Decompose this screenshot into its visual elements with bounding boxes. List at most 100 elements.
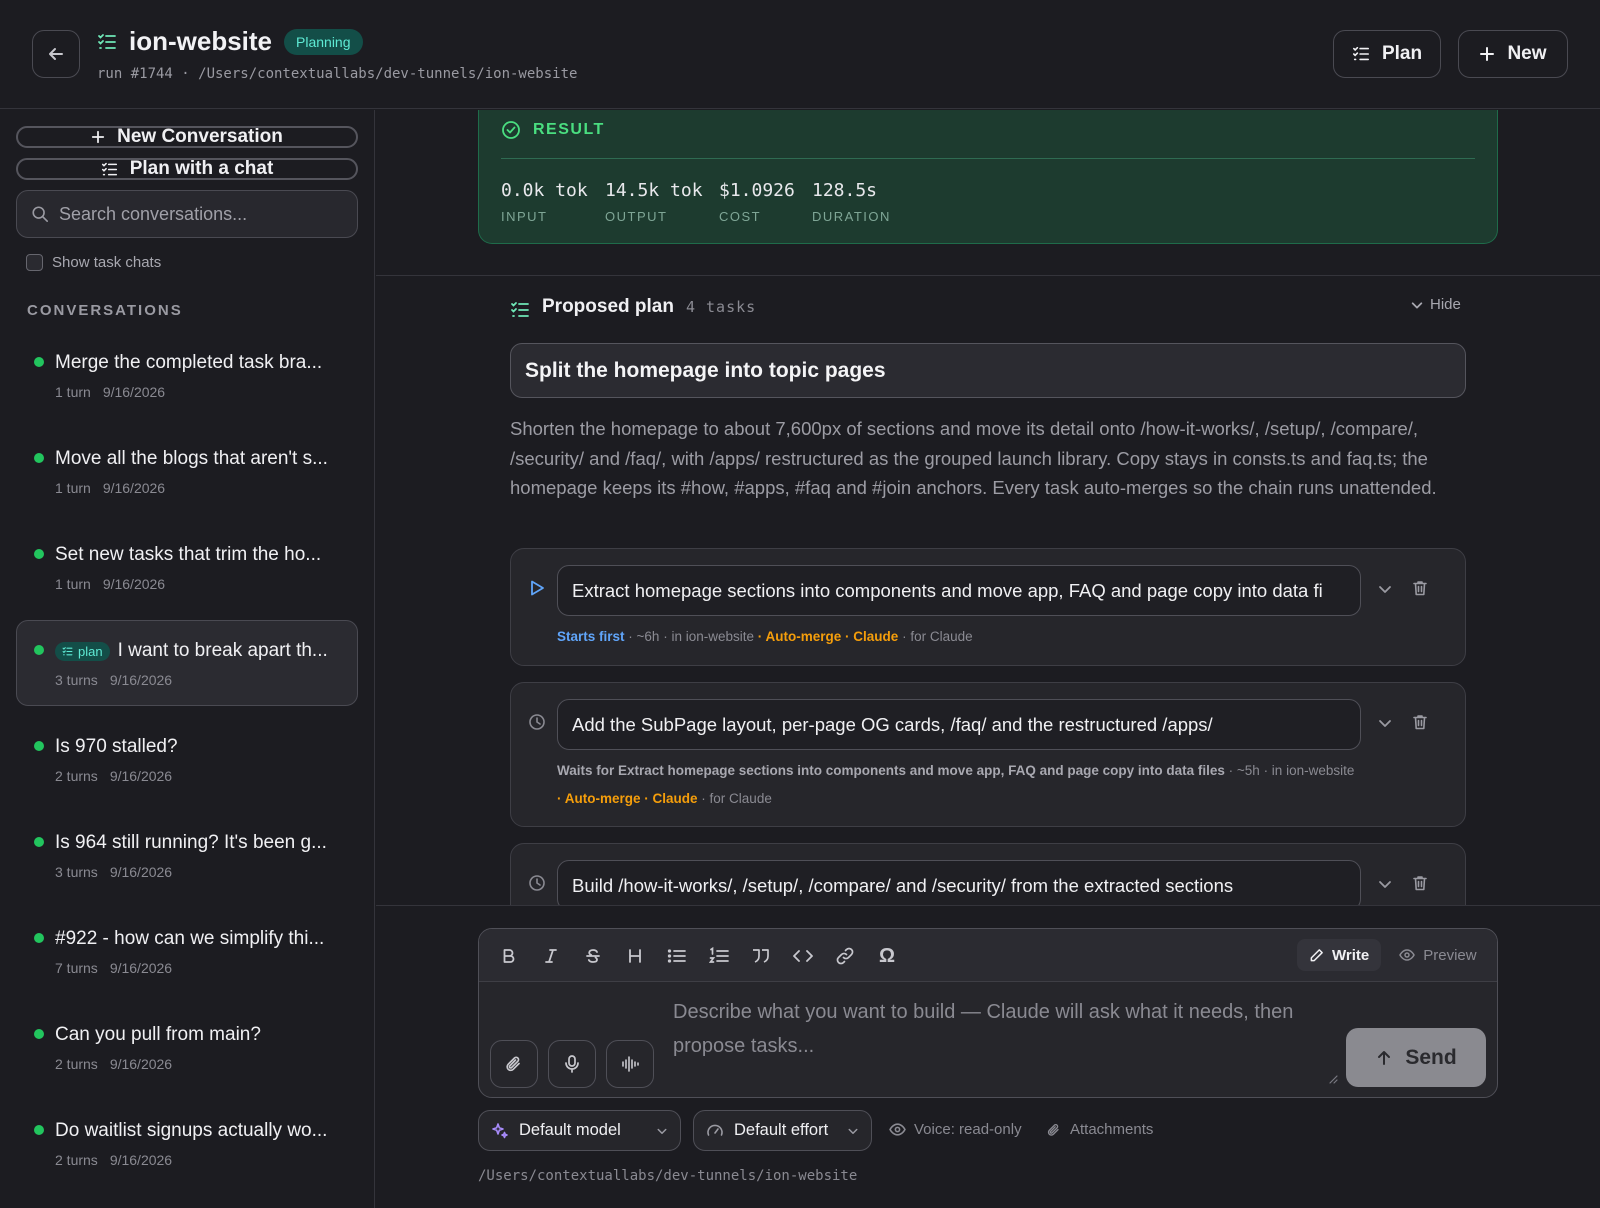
conversation-item[interactable]: Can you pull from main? 2 turns 9/16/2026	[16, 1004, 358, 1090]
divider	[376, 275, 1600, 276]
conversation-meta: 2 turns 9/16/2026	[55, 768, 173, 784]
new-conversation-button[interactable]: New Conversation	[16, 126, 358, 148]
chevron-down-icon[interactable]	[1377, 876, 1393, 892]
checklist-icon	[1352, 46, 1369, 61]
checklist-icon	[62, 646, 73, 655]
tab-preview[interactable]: Preview	[1387, 939, 1488, 971]
link-icon[interactable]	[833, 944, 857, 968]
task-meta: Starts first · ~6h · in ion-website · Au…	[557, 629, 973, 644]
conversation-meta: 7 turns 9/16/2026	[55, 960, 173, 976]
conversation-meta: 1 turn 9/16/2026	[55, 576, 166, 592]
search-input[interactable]	[59, 203, 339, 225]
resize-handle-icon[interactable]	[1326, 1072, 1338, 1084]
back-arrow-icon	[49, 48, 63, 60]
eye-icon	[889, 1123, 906, 1136]
voice-mode-button[interactable]	[606, 1040, 654, 1088]
task-title-input[interactable]: Extract homepage sections into component…	[557, 565, 1361, 616]
bold-icon[interactable]	[497, 944, 521, 968]
quote-icon[interactable]	[749, 944, 773, 968]
result-divider	[501, 158, 1475, 159]
status-dot	[34, 1125, 44, 1135]
sidebar: New Conversation Plan with a chat Show t…	[0, 110, 375, 1208]
new-button[interactable]: New	[1458, 30, 1568, 78]
plan-button-label: Plan	[1381, 43, 1423, 64]
conversation-item[interactable]: Merge the completed task bra... 1 turn 9/…	[16, 332, 358, 418]
italic-icon[interactable]	[539, 944, 563, 968]
chevron-down-icon[interactable]	[1377, 581, 1393, 597]
mic-button[interactable]	[548, 1040, 596, 1088]
paperclip-icon	[506, 1056, 520, 1072]
plan-description: Shorten the homepage to about 7,600px of…	[510, 418, 1437, 498]
status-dot	[34, 1029, 44, 1039]
gauge-icon	[707, 1124, 723, 1136]
attach-button[interactable]	[490, 1040, 538, 1088]
conversation-title: Can you pull from main?	[55, 1024, 261, 1045]
conversation-item-active[interactable]: plan I want to break apart th... 3 turns…	[16, 620, 358, 706]
status-dot	[34, 933, 44, 943]
voice-readonly-toggle[interactable]: Voice: read-only	[889, 1121, 1022, 1138]
working-directory: /Users/contextuallabs/dev-tunnels/ion-we…	[478, 1168, 858, 1184]
conversation-meta: 2 turns 9/16/2026	[55, 1056, 173, 1072]
editor-tabs: Write Preview	[1297, 939, 1489, 971]
task-title-input[interactable]: Add the SubPage layout, per-page OG card…	[557, 699, 1361, 750]
conversation-item[interactable]: Set new tasks that trim the ho... 1 turn…	[16, 524, 358, 610]
conversation-item[interactable]: #922 - how can we simplify thi... 7 turn…	[16, 908, 358, 994]
chevron-down-icon[interactable]	[1377, 715, 1393, 731]
show-task-chats-checkbox[interactable]	[26, 254, 43, 271]
checklist-icon	[510, 300, 530, 320]
tab-write[interactable]: Write	[1297, 939, 1382, 971]
hide-plan-button[interactable]: Hide	[1410, 296, 1461, 313]
code-icon[interactable]	[791, 944, 815, 968]
check-circle-icon	[502, 121, 520, 139]
plus-icon	[1480, 47, 1495, 61]
status-dot	[34, 645, 44, 655]
strikethrough-icon[interactable]	[581, 944, 605, 968]
back-button[interactable]	[32, 30, 80, 78]
trash-icon[interactable]	[1411, 713, 1429, 731]
task-meta: Waits for Extract homepage sections into…	[557, 763, 1355, 806]
conversation-item[interactable]: Is 964 still running? It's been g... 3 t…	[16, 812, 358, 898]
conversation-item[interactable]: Is 970 stalled? 2 turns 9/16/2026	[16, 716, 358, 802]
result-heading: RESULT	[501, 120, 605, 140]
status-dot	[34, 549, 44, 559]
conversation-title: #922 - how can we simplify thi...	[55, 928, 325, 949]
trash-icon[interactable]	[1411, 874, 1429, 892]
conversations-heading: CONVERSATIONS	[27, 302, 183, 319]
plan-title-input[interactable]: Split the homepage into topic pages	[510, 343, 1466, 398]
plan-with-chat-button[interactable]: Plan with a chat	[16, 158, 358, 180]
sparkle-icon	[492, 1122, 508, 1138]
heading-icon[interactable]	[623, 944, 647, 968]
stat-output: 14.5k tok OUTPUT	[605, 180, 703, 224]
conversation-meta: 2 turns 9/16/2026	[55, 1152, 173, 1168]
bullet-list-icon[interactable]	[665, 944, 689, 968]
conversation-item[interactable]: Move all the blogs that aren't s... 1 tu…	[16, 428, 358, 514]
plan-button[interactable]: Plan	[1333, 30, 1441, 78]
omega-icon[interactable]: Ω	[875, 944, 899, 968]
task-card: Build /how-it-works/, /setup/, /compare/…	[510, 843, 1466, 905]
message-input[interactable]: Describe what you want to build — Claude…	[673, 995, 1333, 1063]
conversation-item[interactable]: Do waitlist signups actually wo... 2 tur…	[16, 1100, 358, 1186]
page-title: ion-website	[129, 26, 273, 56]
send-button[interactable]: Send	[1346, 1028, 1486, 1087]
status-dot	[34, 741, 44, 751]
task-title-input[interactable]: Build /how-it-works/, /setup/, /compare/…	[557, 860, 1361, 905]
conversation-title: Do waitlist signups actually wo...	[55, 1120, 328, 1141]
status-dot	[34, 453, 44, 463]
conversation-meta: 3 turns 9/16/2026	[55, 864, 173, 880]
plan-with-chat-label: Plan with a chat	[129, 158, 274, 179]
eye-icon	[1399, 949, 1416, 961]
pencil-icon	[1310, 948, 1323, 961]
model-select[interactable]: Default model	[478, 1110, 681, 1151]
numbered-list-icon[interactable]	[707, 944, 731, 968]
clock-icon	[528, 874, 546, 892]
effort-select[interactable]: Default effort	[693, 1110, 872, 1151]
attachments-toggle[interactable]: Attachments	[1046, 1121, 1153, 1138]
arrow-up-icon	[1378, 1050, 1391, 1065]
show-task-chats-toggle[interactable]: Show task chats	[26, 254, 161, 271]
status-dot	[34, 837, 44, 847]
task-card: Extract homepage sections into component…	[510, 548, 1466, 666]
main-panel: RESULT 0.0k tok INPUT 14.5k tok OUTPUT $…	[376, 110, 1600, 905]
trash-icon[interactable]	[1411, 579, 1429, 597]
status-badge: Planning	[284, 28, 363, 55]
chevron-down-icon	[848, 1128, 858, 1134]
